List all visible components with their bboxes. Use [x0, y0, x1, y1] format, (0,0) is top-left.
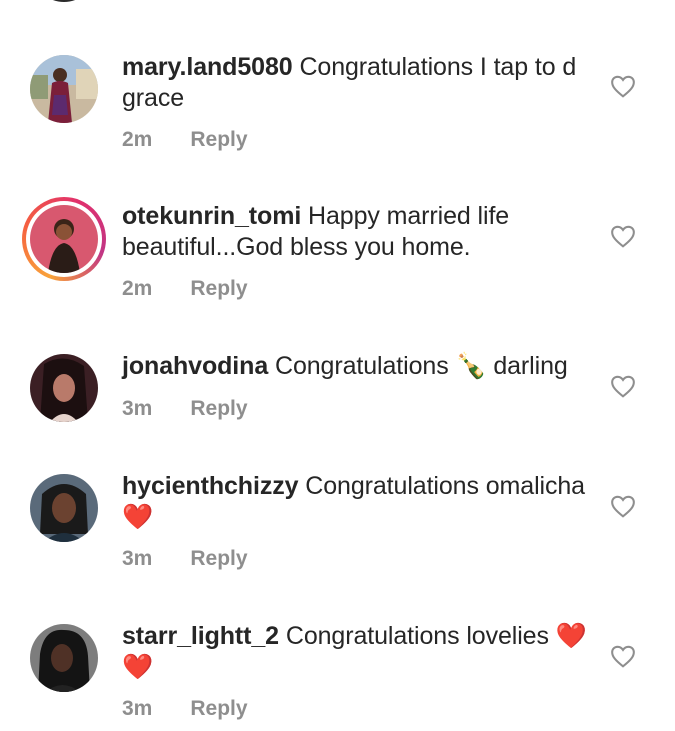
- comment-body: Congratulations 🍾 darling: [275, 352, 568, 380]
- comment-text: hycienthchizzy Congratulations omalicha …: [122, 471, 592, 533]
- comment-time: 2m: [122, 277, 153, 300]
- comments-list: mary.land5080 Congratulations I tap to d…: [0, 0, 675, 731]
- comment-text: starr_lightt_2 Congratulations lovelies …: [122, 621, 592, 683]
- comment-meta: 3m Reply: [122, 697, 248, 721]
- comment-time: 2m: [122, 128, 153, 151]
- comment-meta: 3m Reply: [122, 397, 248, 421]
- like-heart-icon[interactable]: [610, 644, 636, 668]
- avatar: [26, 201, 102, 277]
- comment-meta: 3m Reply: [122, 547, 248, 571]
- comment-time: 3m: [122, 397, 153, 420]
- like-heart-icon[interactable]: [610, 494, 636, 518]
- comment-username[interactable]: hycienthchizzy: [122, 472, 299, 500]
- comment-username[interactable]: jonahvodina: [122, 352, 268, 380]
- like-heart-icon[interactable]: [610, 374, 636, 398]
- avatar-partial: [32, 0, 96, 2]
- reply-button[interactable]: Reply: [190, 277, 247, 301]
- reply-button[interactable]: Reply: [190, 128, 247, 152]
- comment-username[interactable]: mary.land5080: [122, 53, 293, 81]
- comment-text: otekunrin_tomi Happy married life beauti…: [122, 201, 592, 263]
- avatar-story-ring[interactable]: [22, 197, 106, 281]
- comment-username[interactable]: starr_lightt_2: [122, 622, 279, 650]
- reply-button[interactable]: Reply: [190, 397, 247, 421]
- avatar[interactable]: [30, 624, 98, 692]
- comment-meta: 2m Reply: [122, 128, 248, 152]
- reply-button[interactable]: Reply: [190, 547, 247, 571]
- reply-button[interactable]: Reply: [190, 697, 247, 721]
- comment-time: 3m: [122, 547, 153, 570]
- comment-meta: 2m Reply: [122, 277, 248, 301]
- like-heart-icon[interactable]: [610, 74, 636, 98]
- avatar[interactable]: [30, 474, 98, 542]
- comment-username[interactable]: otekunrin_tomi: [122, 202, 301, 230]
- avatar[interactable]: [30, 55, 98, 123]
- comment-text: mary.land5080 Congratulations I tap to d…: [122, 52, 592, 114]
- like-heart-icon[interactable]: [610, 224, 636, 248]
- comment-time: 3m: [122, 697, 153, 720]
- comment-text: jonahvodina Congratulations 🍾 darling: [122, 351, 592, 382]
- avatar[interactable]: [30, 354, 98, 422]
